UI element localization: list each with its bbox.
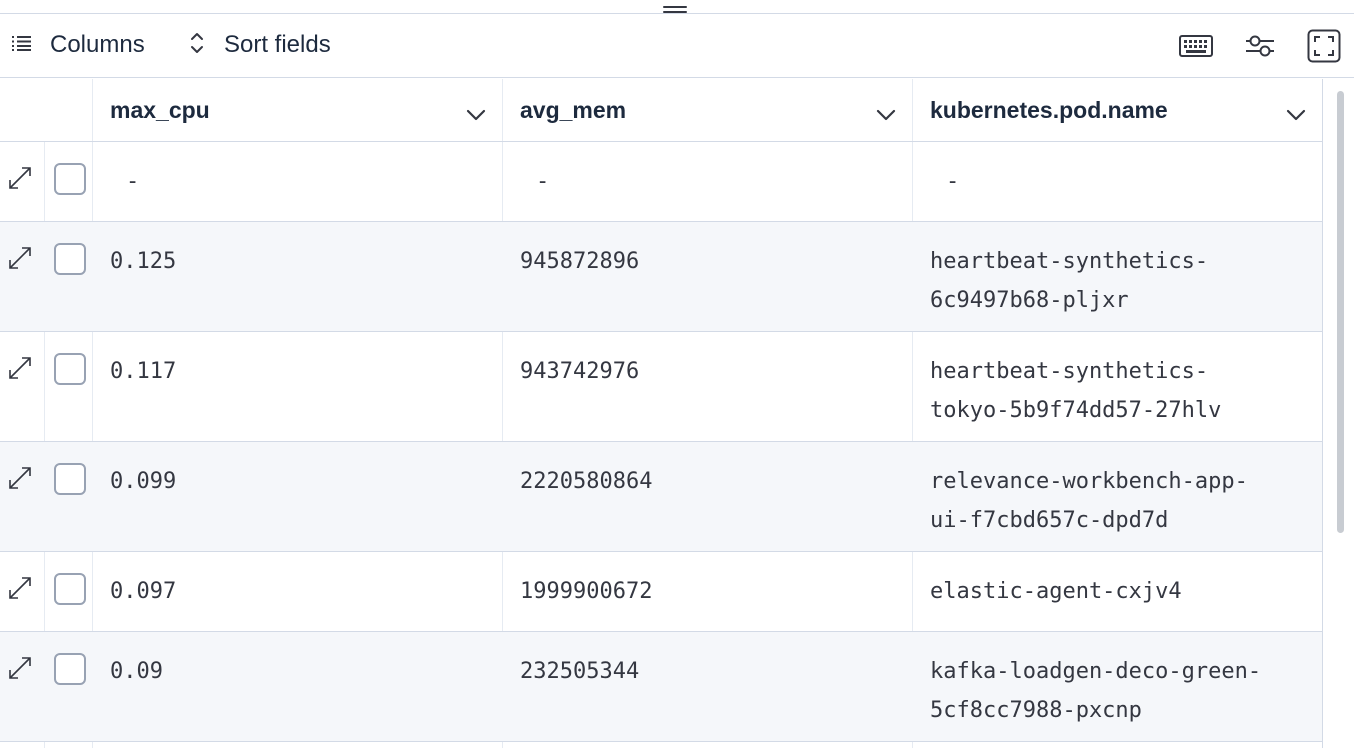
panel-resize-handle[interactable] bbox=[0, 0, 1354, 14]
expand-row-icon[interactable] bbox=[8, 466, 32, 495]
cell-max-cpu: 0.09 bbox=[110, 659, 163, 684]
row-select-checkbox[interactable] bbox=[54, 573, 86, 605]
expand-row-icon[interactable] bbox=[8, 166, 32, 195]
columns-button-label: Columns bbox=[50, 31, 145, 58]
cell-avg-mem: 232505344 bbox=[520, 659, 640, 684]
table-row: - - - bbox=[0, 142, 1322, 222]
sort-icon bbox=[188, 31, 206, 60]
keyboard-shortcuts-button[interactable] bbox=[1179, 32, 1213, 64]
expand-row-icon[interactable] bbox=[8, 656, 32, 685]
display-settings-button[interactable] bbox=[1243, 32, 1277, 64]
fullscreen-button[interactable] bbox=[1307, 29, 1341, 64]
table-row: 0.125 945872896 heartbeat-synthetics- 6c9… bbox=[0, 222, 1322, 332]
cell-pod-name-line: 6c9497b68-pljxr bbox=[930, 288, 1129, 313]
cell-max-cpu: 0.117 bbox=[110, 359, 177, 384]
cell-max-cpu: 0.097 bbox=[110, 579, 177, 604]
row-select-checkbox[interactable] bbox=[54, 243, 86, 275]
cell-max-cpu: 0.099 bbox=[110, 469, 177, 494]
table-row: 0.09 232505344 kafka-loadgen-deco-green-… bbox=[0, 632, 1322, 742]
expand-row-icon[interactable] bbox=[8, 246, 32, 275]
cell-pod-name-line: tokyo-5b9f74dd57-27hlv bbox=[930, 398, 1222, 423]
cell-pod-name: - bbox=[934, 142, 959, 201]
row-select-checkbox[interactable] bbox=[54, 353, 86, 385]
column-header-label: avg_mem bbox=[520, 97, 627, 123]
column-header-label: max_cpu bbox=[110, 97, 210, 123]
cell-avg-mem: 943742976 bbox=[520, 359, 640, 384]
table-row: 0.097 1999900672 elastic-agent-cxjv4 bbox=[0, 552, 1322, 632]
cell-pod-name-line: heartbeat-synthetics- bbox=[930, 249, 1209, 274]
cell-pod-name-line: heartbeat-synthetics- bbox=[930, 359, 1209, 384]
sort-fields-button-label: Sort fields bbox=[224, 31, 331, 58]
cell-avg-mem: 2220580864 bbox=[520, 469, 653, 494]
row-select-checkbox[interactable] bbox=[54, 653, 86, 685]
grid-header-row: max_cpu avg_mem kubernetes.pod.name bbox=[0, 79, 1322, 142]
chevron-down-icon[interactable] bbox=[1286, 101, 1306, 128]
table-row bbox=[0, 742, 1322, 748]
column-header-max-cpu[interactable]: max_cpu bbox=[98, 79, 502, 142]
settings-sliders-icon bbox=[1245, 34, 1275, 63]
expand-row-icon[interactable] bbox=[8, 356, 32, 385]
cell-pod-name-line: ui-f7cbd657c-dpd7d bbox=[930, 508, 1169, 533]
row-select-checkbox[interactable] bbox=[54, 163, 86, 195]
cell-pod-name-line: 5cf8cc7988-pxcnp bbox=[930, 698, 1142, 723]
sort-fields-button[interactable]: Sort fields bbox=[188, 28, 331, 62]
cell-pod-name: heartbeat-synthetics- 6c9497b68-pljxr bbox=[918, 222, 1208, 320]
chevron-down-icon[interactable] bbox=[876, 101, 896, 128]
cell-pod-name-line: - bbox=[946, 169, 960, 194]
cell-pod-name-line: relevance-workbench-app- bbox=[930, 469, 1248, 494]
cell-pod-name: relevance-workbench-app-ui-f7cbd657c-dpd… bbox=[918, 442, 1248, 540]
list-icon bbox=[12, 35, 32, 56]
cell-pod-name: heartbeat-synthetics-tokyo-5b9f74dd57-27… bbox=[918, 332, 1221, 430]
expand-row-icon[interactable] bbox=[8, 576, 32, 605]
cell-avg-mem: - bbox=[536, 169, 550, 194]
column-header-avg-mem[interactable]: avg_mem bbox=[508, 79, 912, 142]
column-header-label: kubernetes.pod.name bbox=[930, 97, 1168, 123]
scrollbar-thumb[interactable] bbox=[1337, 91, 1344, 533]
row-select-checkbox[interactable] bbox=[54, 463, 86, 495]
keyboard-icon bbox=[1179, 34, 1213, 63]
vertical-scrollbar[interactable] bbox=[1322, 79, 1354, 748]
column-header-pod-name[interactable]: kubernetes.pod.name bbox=[918, 79, 1322, 142]
cell-max-cpu: 0.125 bbox=[110, 249, 177, 274]
columns-button[interactable]: Columns bbox=[12, 28, 145, 62]
table-row: 0.099 2220580864 relevance-workbench-app… bbox=[0, 442, 1322, 552]
cell-avg-mem: 1999900672 bbox=[520, 579, 653, 604]
cell-avg-mem: 945872896 bbox=[520, 249, 640, 274]
grid-toolbar: Columns Sort fields bbox=[0, 14, 1354, 78]
drag-handle-icon[interactable] bbox=[663, 6, 687, 14]
cell-pod-name: kafka-loadgen-deco-green- 5cf8cc7988-pxcn… bbox=[918, 632, 1261, 730]
cell-max-cpu: - bbox=[126, 169, 140, 194]
table-row: 0.117 943742976 heartbeat-synthetics-tok… bbox=[0, 332, 1322, 442]
cell-pod-name-line: kafka-loadgen-deco-green- bbox=[930, 659, 1262, 684]
cell-pod-name-line: elastic-agent-cxjv4 bbox=[930, 579, 1182, 604]
cell-pod-name: elastic-agent-cxjv4 bbox=[918, 552, 1182, 611]
fullscreen-icon bbox=[1307, 29, 1341, 68]
chevron-down-icon[interactable] bbox=[466, 101, 486, 128]
